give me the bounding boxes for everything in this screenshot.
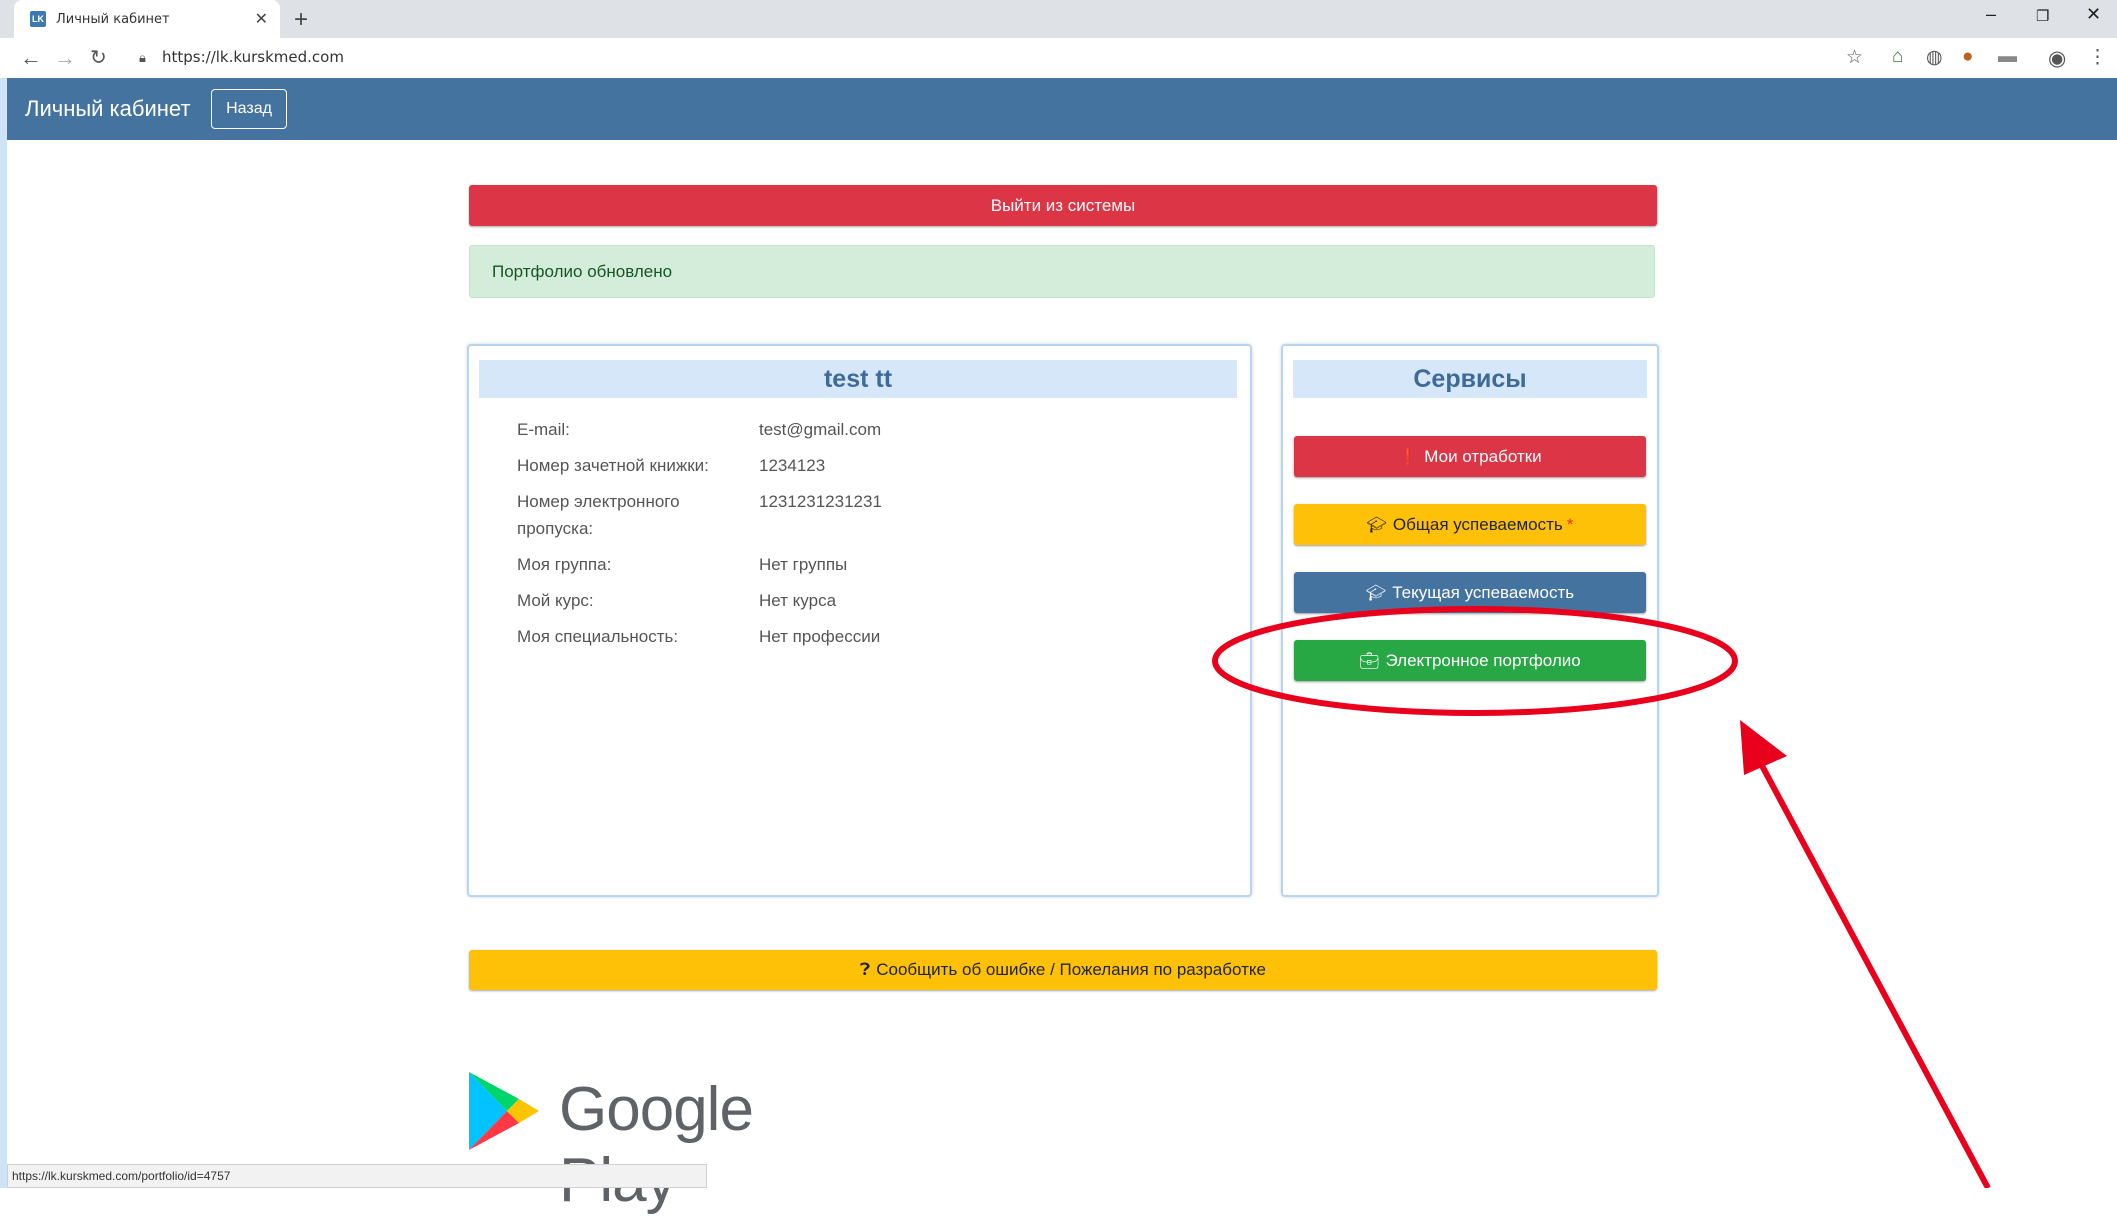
extension-circle-icon[interactable]: ◍	[1926, 46, 1943, 69]
alert-text: Портфолио обновлено	[492, 261, 673, 281]
button-label: Текущая успеваемость	[1392, 582, 1575, 602]
profile-name: test tt	[479, 360, 1237, 398]
google-play-text: Google Play	[559, 1075, 754, 1215]
extension-avatar-icon[interactable]: ●	[1962, 46, 1973, 68]
site-favicon-icon: LK	[30, 11, 46, 27]
app-navbar: Личный кабинет Назад	[7, 78, 2117, 140]
address-bar[interactable]: https://lk.kurskmed.com	[162, 48, 344, 66]
field-label: Моя специальность:	[517, 627, 679, 646]
graduation-cap-icon: 🎓︎	[1365, 584, 1387, 602]
field-label: Номер зачетной книжки:	[517, 456, 709, 475]
new-tab-button[interactable]: +	[294, 6, 308, 34]
field-value: 1234123	[759, 456, 826, 475]
extension-shield-icon[interactable]: ▬	[1998, 46, 2017, 68]
annotation-arrow-shaft	[1757, 760, 1991, 1188]
overall-progress-button[interactable]: 🎓︎ Общая успеваемость *	[1294, 504, 1646, 545]
restore-icon[interactable]: ❐	[2036, 7, 2049, 25]
google-play-logo-icon	[469, 1072, 539, 1150]
menu-dots-icon[interactable]: ⋮	[2088, 46, 2107, 69]
brand-title[interactable]: Личный кабинет	[25, 96, 191, 122]
logout-button[interactable]: Выйти из системы	[469, 185, 1657, 226]
field-label: Номер электронного пропуска:	[517, 492, 680, 538]
status-bar-url: https://lk.kurskmed.com/portfolio/id=475…	[7, 1164, 707, 1188]
minimize-icon[interactable]: –	[1986, 4, 1996, 25]
current-progress-button[interactable]: 🎓︎ Текущая успеваемость	[1294, 572, 1646, 613]
question-circle-icon: ❓︎	[860, 960, 871, 979]
browser-tab-bar: LK Личный кабинет ✕ + – ❐ ✕	[0, 0, 2117, 38]
lock-icon: 🔒︎	[139, 50, 146, 65]
button-label: Мои отработки	[1424, 446, 1542, 466]
profile-icon[interactable]: ◉	[2048, 46, 2066, 71]
browser-toolbar: ← → ↻ 🔒︎ https://lk.kurskmed.com ☆ ⌂ ◍ ●…	[0, 38, 2117, 79]
back-button[interactable]: Назад	[211, 89, 287, 129]
close-window-icon[interactable]: ✕	[2086, 4, 2101, 25]
services-card: Сервисы ❗ Мои отработки 🎓︎ Общая успевае…	[1281, 344, 1659, 897]
bookmark-star-icon[interactable]: ☆	[1846, 46, 1863, 69]
forward-arrow-icon[interactable]: →	[54, 45, 76, 71]
field-value: Нет профессии	[759, 627, 881, 646]
report-bug-button[interactable]: ❓︎ Сообщить об ошибке / Пожелания по раз…	[469, 950, 1657, 990]
reload-icon[interactable]: ↻	[90, 45, 107, 70]
services-title: Сервисы	[1293, 360, 1647, 398]
browser-tab[interactable]: LK Личный кабинет ✕	[14, 0, 280, 38]
button-label: Электронное портфолио	[1385, 650, 1581, 670]
close-tab-icon[interactable]: ✕	[255, 9, 268, 29]
profile-card: test tt E-mail: test@gmail.com Номер зач…	[467, 344, 1252, 897]
desktop-edge	[0, 0, 7, 1188]
success-alert: Портфолио обновлено	[469, 245, 1655, 298]
back-arrow-icon[interactable]: ←	[20, 45, 42, 71]
field-value: Нет курса	[759, 591, 837, 610]
field-value: test@gmail.com	[759, 420, 882, 439]
graduation-cap-icon: 🎓︎	[1366, 516, 1387, 534]
field-label: E-mail:	[517, 420, 570, 439]
exclamation-circle-icon: ❗	[1398, 448, 1419, 466]
extension-home-icon[interactable]: ⌂	[1892, 46, 1903, 68]
e-portfolio-button[interactable]: 💼︎ Электронное портфолио	[1294, 640, 1646, 681]
google-play-badge[interactable]: Google Play	[467, 1070, 867, 1215]
tab-title: Личный кабинет	[56, 11, 170, 27]
field-value: 1231231231231	[759, 492, 882, 511]
field-value: Нет группы	[759, 555, 848, 574]
field-label: Мой курс:	[517, 591, 594, 610]
briefcase-icon: 💼︎	[1359, 652, 1380, 670]
my-retakes-button[interactable]: ❗ Мои отработки	[1294, 436, 1646, 477]
button-label: Общая успеваемость	[1392, 514, 1563, 534]
field-label: Моя группа:	[517, 555, 612, 574]
new-marker: *	[1566, 514, 1574, 534]
report-label: Сообщить об ошибке / Пожелания по разраб…	[876, 960, 1266, 979]
annotation-arrowhead	[1740, 720, 1787, 775]
